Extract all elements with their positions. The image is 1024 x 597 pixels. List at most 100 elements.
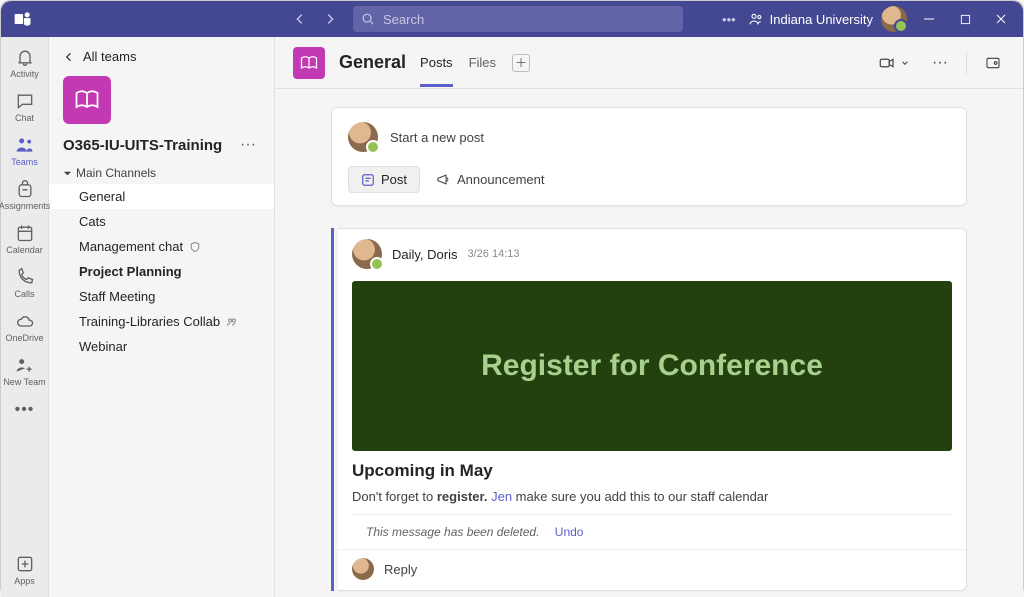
rail-assignments[interactable]: Assignments	[1, 173, 49, 217]
channel-item[interactable]: Management chat	[49, 234, 274, 259]
user-avatar[interactable]	[881, 6, 907, 32]
shared-icon	[226, 316, 238, 328]
org-switcher[interactable]: Indiana University	[748, 11, 873, 27]
mention[interactable]: Jen	[491, 489, 512, 504]
message-heading: Upcoming in May	[338, 461, 966, 481]
bell-icon	[15, 47, 35, 67]
channel-header: General Posts Files ＋ ···	[275, 37, 1023, 89]
reply-label: Reply	[384, 562, 417, 577]
tab-posts[interactable]: Posts	[420, 39, 453, 87]
megaphone-icon	[436, 172, 451, 187]
team-more-button[interactable]: ···	[236, 134, 260, 156]
rail-label: Chat	[15, 113, 34, 123]
team-tile-icon	[63, 76, 111, 124]
org-name: Indiana University	[770, 12, 873, 27]
video-icon	[878, 54, 896, 72]
app-rail: Activity Chat Teams Assignments Calendar…	[1, 37, 49, 597]
rail-teams[interactable]: Teams	[1, 129, 49, 173]
note-icon	[361, 173, 375, 187]
announcement-type-button[interactable]: Announcement	[432, 167, 548, 192]
open-pane-button[interactable]	[981, 53, 1005, 73]
window-close-button[interactable]	[987, 5, 1015, 33]
undo-delete-button[interactable]: Undo	[555, 525, 584, 539]
announcement-label: Announcement	[457, 172, 544, 187]
deleted-text: This message has been deleted.	[366, 525, 539, 539]
search-input[interactable]: Search	[353, 6, 683, 32]
rail-label: Activity	[10, 69, 39, 79]
rail-label: Calls	[14, 289, 34, 299]
channel-main: General Posts Files ＋ ···	[275, 37, 1023, 597]
channel-item[interactable]: Staff Meeting	[49, 284, 274, 309]
channel-item[interactable]: Training-Libraries Collab	[49, 309, 274, 334]
meet-button[interactable]	[874, 52, 914, 74]
back-to-teams-button[interactable]: All teams	[49, 37, 274, 76]
caret-down-icon	[63, 169, 72, 178]
rail-onedrive[interactable]: OneDrive	[1, 305, 49, 349]
title-bar: Search ••• Indiana University	[1, 1, 1023, 37]
rail-new-team[interactable]: New Team	[1, 349, 49, 393]
back-label: All teams	[83, 49, 136, 64]
announcement-banner: Register for Conference	[352, 281, 952, 451]
author-avatar[interactable]	[352, 239, 382, 269]
post-btn-label: Post	[381, 172, 407, 187]
tab-files[interactable]: Files	[469, 39, 496, 87]
rail-label: OneDrive	[5, 333, 43, 343]
channel-group-toggle[interactable]: Main Channels	[49, 162, 274, 184]
search-icon	[361, 12, 375, 26]
nav-forward-button[interactable]	[317, 6, 343, 32]
rail-label: New Team	[3, 377, 45, 387]
channel-item[interactable]: Cats	[49, 209, 274, 234]
panel-icon	[985, 55, 1001, 71]
rail-label: Calendar	[6, 245, 43, 255]
calendar-icon	[15, 223, 35, 243]
message-timestamp: 3/26 14:13	[468, 248, 520, 260]
channel-label: General	[79, 189, 125, 204]
nav-back-button[interactable]	[287, 6, 313, 32]
banner-title: Register for Conference	[481, 349, 823, 383]
channel-label: Management chat	[79, 239, 183, 254]
people-add-icon	[15, 355, 35, 375]
message-feed: Start a new post Post Announcement	[275, 89, 1023, 597]
user-avatar	[348, 122, 378, 152]
message-body: Don't forget to register. Jen make sure …	[338, 489, 966, 514]
new-post-composer: Start a new post Post Announcement	[331, 107, 967, 206]
rail-calendar[interactable]: Calendar	[1, 217, 49, 261]
window-maximize-button[interactable]	[951, 5, 979, 33]
window-minimize-button[interactable]	[915, 5, 943, 33]
titlebar-more-button[interactable]: •••	[718, 12, 740, 27]
post-type-button[interactable]: Post	[348, 166, 420, 193]
message-author[interactable]: Daily, Doris	[392, 247, 458, 262]
user-avatar	[352, 558, 374, 580]
rail-label: Teams	[11, 157, 38, 167]
message-item: Daily, Doris 3/26 14:13 Register for Con…	[331, 228, 967, 591]
channel-label: Webinar	[79, 339, 127, 354]
shield-icon	[189, 241, 201, 253]
channel-tile-icon	[293, 47, 325, 79]
channel-more-button[interactable]: ···	[928, 52, 952, 74]
channel-title: General	[339, 52, 406, 73]
backpack-icon	[15, 179, 35, 199]
rail-more-button[interactable]: •••	[1, 393, 49, 427]
channel-label: Training-Libraries Collab	[79, 314, 220, 329]
cloud-icon	[15, 311, 35, 331]
chat-icon	[15, 91, 35, 111]
add-tab-button[interactable]: ＋	[512, 54, 530, 72]
rail-calls[interactable]: Calls	[1, 261, 49, 305]
chevron-down-icon	[900, 58, 910, 68]
rail-apps[interactable]: Apps	[1, 548, 49, 592]
rail-chat[interactable]: Chat	[1, 85, 49, 129]
channel-item[interactable]: Project Planning	[49, 259, 274, 284]
chevron-left-icon	[63, 51, 75, 63]
channel-tabs: Posts Files ＋	[420, 39, 530, 87]
rail-label: Assignments	[0, 201, 50, 211]
channel-label: Cats	[79, 214, 106, 229]
composer-prompt[interactable]: Start a new post	[390, 130, 484, 145]
channel-label: Staff Meeting	[79, 289, 155, 304]
reply-input[interactable]: Reply	[338, 549, 966, 584]
rail-activity[interactable]: Activity	[1, 41, 49, 85]
channel-item[interactable]: Webinar	[49, 334, 274, 359]
channel-item[interactable]: General	[49, 184, 274, 209]
deleted-reply-notice: This message has been deleted. Undo	[352, 514, 952, 549]
people-icon	[748, 11, 764, 27]
group-label: Main Channels	[76, 166, 156, 180]
